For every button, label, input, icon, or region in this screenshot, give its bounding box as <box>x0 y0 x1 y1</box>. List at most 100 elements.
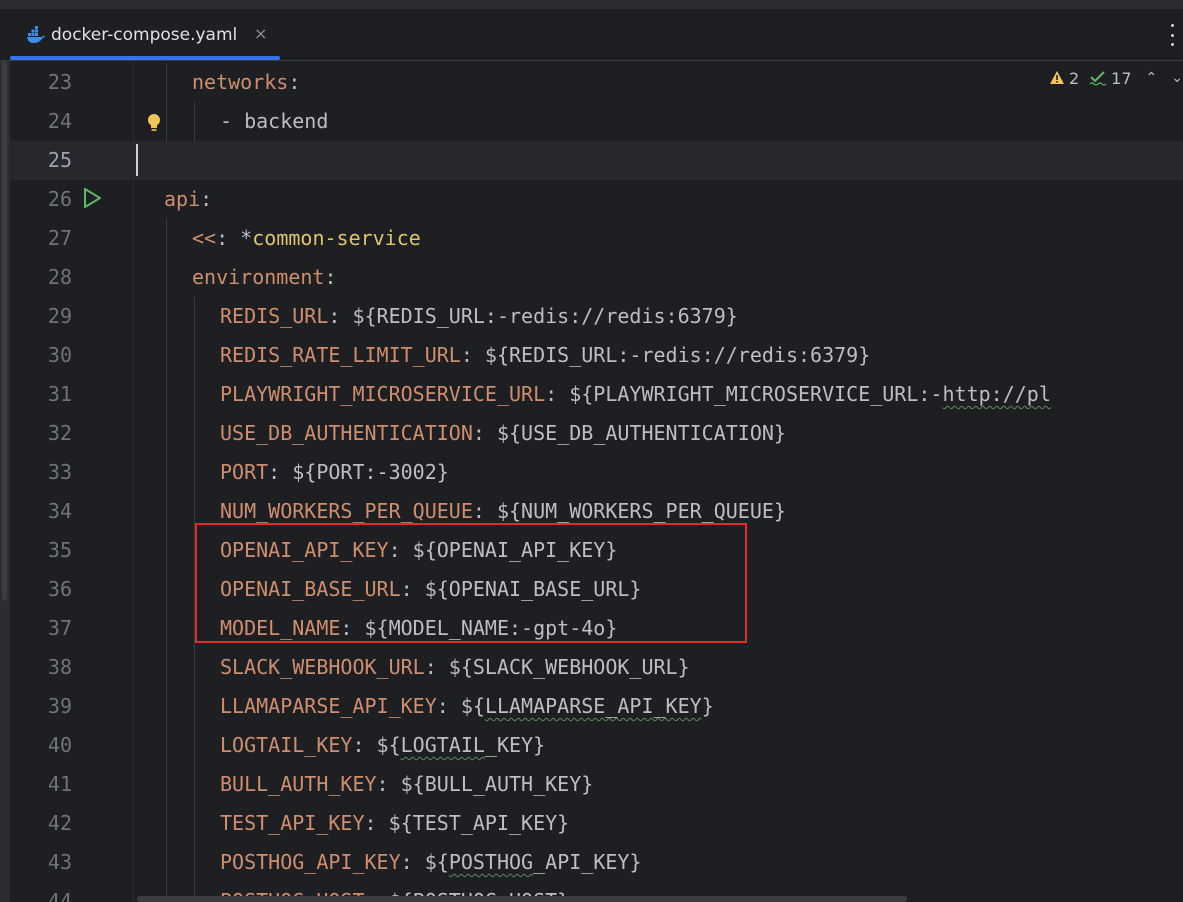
indent-guide <box>166 648 167 687</box>
yaml-key: USE_DB_AUTHENTICATION <box>220 421 473 445</box>
yaml-value: ${REDIS_URL:-redis://redis:6379} <box>352 304 738 328</box>
indent-guide <box>194 726 195 765</box>
code-text: TEST_API_KEY: ${TEST_API_KEY} <box>220 804 569 843</box>
scroll-thumb[interactable] <box>2 61 7 601</box>
left-scrollbar[interactable] <box>0 61 10 902</box>
line-number: 27 <box>47 226 72 250</box>
yaml-key: NUM_WORKERS_PER_QUEUE <box>220 499 473 523</box>
yaml-key: networks <box>192 70 289 94</box>
code-line[interactable]: 25 <box>10 141 1183 180</box>
line-number: 25 <box>47 148 72 172</box>
yaml-separator: : <box>364 811 377 835</box>
line-number: 44 <box>47 889 72 902</box>
tab-close-icon[interactable]: × <box>254 24 267 43</box>
line-number: 33 <box>47 460 72 484</box>
code-text: USE_DB_AUTHENTICATION: ${USE_DB_AUTHENTI… <box>220 414 786 453</box>
code-text: POSTHOG_API_KEY: ${POSTHOG_API_KEY} <box>220 843 641 882</box>
yaml-value: ${PLAYWRIGHT_MICROSERVICE_URL:-http://pl <box>569 382 1051 406</box>
code-line[interactable]: 32 USE_DB_AUTHENTICATION: ${USE_DB_AUTHEN… <box>10 414 1183 453</box>
indent-guide <box>166 531 167 570</box>
code-text: environment: <box>192 258 337 297</box>
code-line[interactable]: 29 REDIS_URL: ${REDIS_URL:-redis://redis:… <box>10 297 1183 336</box>
indent-guide <box>166 726 167 765</box>
yaml-value: ${REDIS_URL:-redis://redis:6379} <box>484 343 871 367</box>
code-text: <<: *common-service <box>192 219 421 258</box>
code-text: api: <box>164 180 212 219</box>
yaml-value: ${SLACK_WEBHOOK_URL} <box>448 655 690 679</box>
indent-guide <box>166 609 167 648</box>
previous-highlight-button[interactable]: ⌃ <box>1146 70 1158 86</box>
line-number: 41 <box>47 772 72 796</box>
code-line[interactable]: 38 SLACK_WEBHOOK_URL: ${SLACK_WEBHOOK_URL… <box>10 648 1183 687</box>
code-editor[interactable]: 23 networks: 24 - backend 25 26 api: 27 <<: *com… <box>10 61 1183 902</box>
indent-guide <box>194 648 195 687</box>
code-text: REDIS_URL: ${REDIS_URL:-redis://redis:63… <box>220 297 738 336</box>
yaml-separator: : <box>200 187 213 211</box>
more-options-icon[interactable] <box>1167 24 1177 46</box>
yaml-separator: : <box>328 304 341 328</box>
spelling-squiggle: http://pl <box>942 382 1051 406</box>
yaml-separator: : <box>376 772 389 796</box>
yaml-value: ${LOGTAIL_KEY} <box>376 733 546 757</box>
code-line[interactable]: 42 TEST_API_KEY: ${TEST_API_KEY} <box>10 804 1183 843</box>
lightbulb-icon[interactable] <box>146 112 162 134</box>
code-line[interactable]: 24 - backend <box>10 102 1183 141</box>
yaml-value: ${POSTHOG_API_KEY} <box>424 850 642 874</box>
indent-guide <box>194 687 195 726</box>
yaml-value: ${USE_DB_AUTHENTICATION} <box>496 421 786 445</box>
code-text: LOGTAIL_KEY: ${LOGTAIL_KEY} <box>220 726 545 765</box>
inspection-widget[interactable]: 2 17 ⌃ ⌄ <box>1042 65 1183 91</box>
code-text: networks: <box>192 63 300 102</box>
code-line[interactable]: 31 PLAYWRIGHT_MICROSERVICE_URL: ${PLAYWRI… <box>10 375 1183 414</box>
line-number: 38 <box>47 655 72 679</box>
horizontal-scrollbar[interactable] <box>137 896 907 902</box>
line-number: 31 <box>47 382 72 406</box>
yaml-key: environment <box>192 265 325 289</box>
code-line[interactable]: 28 environment: <box>10 258 1183 297</box>
indent-guide <box>194 765 195 804</box>
indent-guide <box>166 375 167 414</box>
yaml-separator: : <box>460 343 473 367</box>
indent-guide <box>194 336 195 375</box>
spelling-squiggle: LOGTAIL <box>400 733 485 757</box>
code-line[interactable]: 39 LLAMAPARSE_API_KEY: ${LLAMAPARSE_API_K… <box>10 687 1183 726</box>
yaml-separator: : <box>352 733 365 757</box>
yaml-value: ${TEST_API_KEY} <box>388 811 570 835</box>
code-line[interactable]: 40 LOGTAIL_KEY: ${LOGTAIL_KEY} <box>10 726 1183 765</box>
next-highlight-button[interactable]: ⌄ <box>1171 70 1183 86</box>
code-line[interactable]: 41 BULL_AUTH_KEY: ${BULL_AUTH_KEY} <box>10 765 1183 804</box>
yaml-separator: : <box>424 655 437 679</box>
line-number: 32 <box>47 421 72 445</box>
indent-guide <box>166 297 167 336</box>
code-line[interactable]: 23 networks: <box>10 63 1183 102</box>
code-line[interactable]: 33 PORT: ${PORT:-3002} <box>10 453 1183 492</box>
line-number: 35 <box>47 538 72 562</box>
line-number: 42 <box>47 811 72 835</box>
yaml-separator: : <box>324 265 337 289</box>
indent-guide <box>166 804 167 843</box>
code-line[interactable]: 30 REDIS_RATE_LIMIT_URL: ${REDIS_URL:-red… <box>10 336 1183 375</box>
line-number: 29 <box>47 304 72 328</box>
run-service-icon[interactable] <box>81 187 103 209</box>
code-text: BULL_AUTH_KEY: ${BULL_AUTH_KEY} <box>220 765 593 804</box>
weak-warning-check-icon <box>1089 71 1107 86</box>
indent-guide <box>166 765 167 804</box>
indent-guide <box>194 375 195 414</box>
yaml-value: ${BULL_AUTH_KEY} <box>400 772 594 796</box>
yaml-key: << <box>192 226 217 250</box>
yaml-value: - backend <box>220 109 329 133</box>
indent-guide <box>194 843 195 882</box>
code-text: SLACK_WEBHOOK_URL: ${SLACK_WEBHOOK_URL} <box>220 648 690 687</box>
tab-docker-compose[interactable]: docker-compose.yaml × <box>10 10 280 60</box>
yaml-alias: common-service <box>252 226 421 250</box>
code-line[interactable]: 43 POSTHOG_API_KEY: ${POSTHOG_API_KEY} <box>10 843 1183 882</box>
indent-guide <box>194 804 195 843</box>
active-tab-indicator <box>10 56 280 60</box>
code-text: LLAMAPARSE_API_KEY: ${LLAMAPARSE_API_KEY… <box>220 687 714 726</box>
text-caret <box>136 144 138 176</box>
code-line[interactable]: 26 api: <box>10 180 1183 219</box>
indent-guide <box>166 570 167 609</box>
line-number: 39 <box>47 694 72 718</box>
code-line[interactable]: 27 <<: *common-service <box>10 219 1183 258</box>
window-top-strip <box>0 0 1183 10</box>
